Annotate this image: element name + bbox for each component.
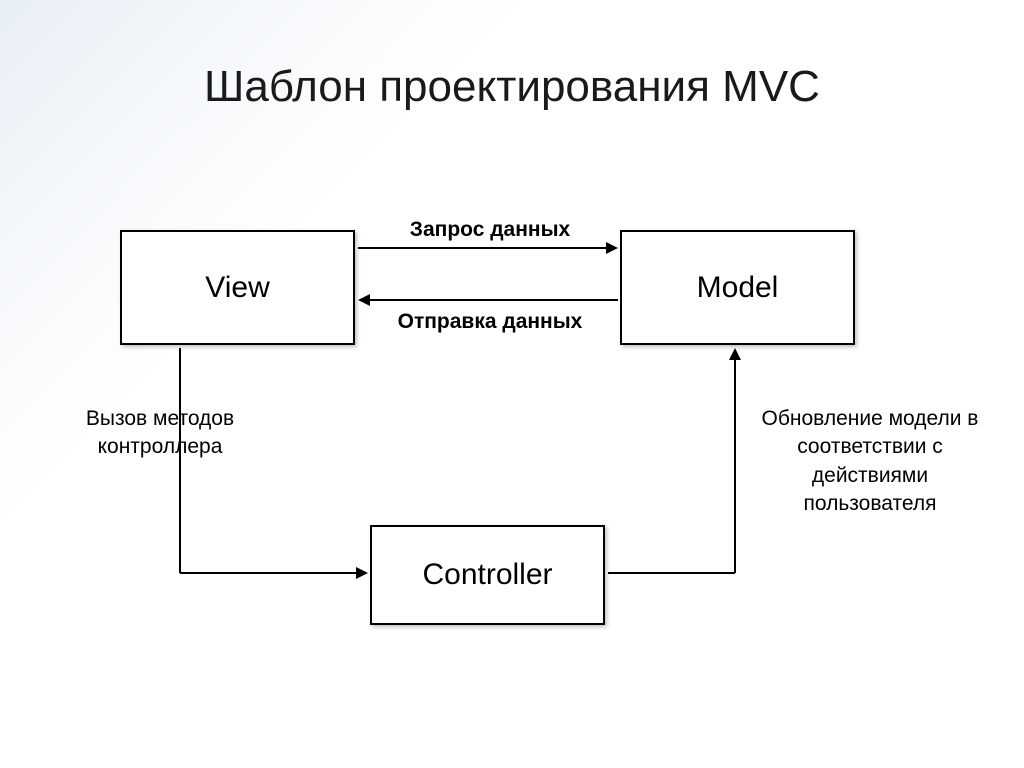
- arrowhead-controller-to-model: [729, 348, 741, 360]
- arrowhead-model-to-view: [358, 294, 370, 306]
- arrowhead-view-to-model: [606, 242, 618, 254]
- arrowhead-view-to-controller: [356, 567, 368, 579]
- mvc-diagram: View Model Controller Запрос данных Отпр…: [0, 0, 1024, 768]
- arrows-svg: [0, 0, 1024, 768]
